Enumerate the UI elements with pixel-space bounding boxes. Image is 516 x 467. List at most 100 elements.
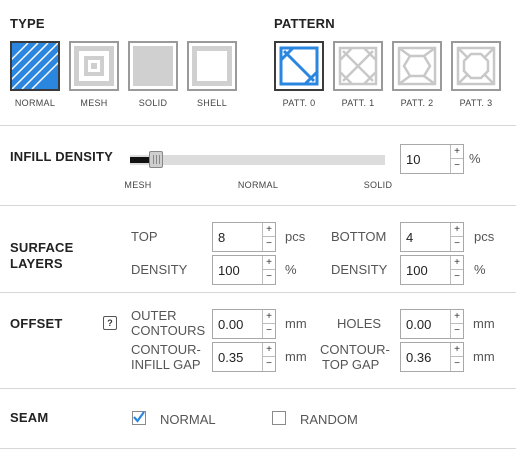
seam-normal-checkbox[interactable] <box>132 411 146 425</box>
bottom-layers-unit: pcs <box>474 229 495 244</box>
top-layers-stepper[interactable]: +− <box>212 222 276 252</box>
increment-button[interactable]: + <box>263 223 275 237</box>
type-shell-button[interactable] <box>187 41 237 91</box>
top-density-stepper[interactable]: +− <box>212 255 276 285</box>
type-mesh-label: MESH <box>80 98 108 108</box>
increment-button[interactable]: + <box>263 256 275 270</box>
mesh-infill-icon <box>74 46 114 86</box>
type-solid-label: SOLID <box>138 98 168 108</box>
solid-infill-icon <box>133 46 173 86</box>
pattern-0-icon <box>279 46 319 86</box>
holes-input[interactable] <box>401 310 451 338</box>
seam-random-label[interactable]: RANDOM <box>300 412 358 427</box>
divider <box>0 448 516 449</box>
contour-infill-gap-stepper[interactable]: +− <box>212 342 276 372</box>
shell-infill-icon <box>192 46 232 86</box>
slider-handle[interactable] <box>149 151 163 168</box>
pattern-3-button[interactable] <box>451 41 501 91</box>
bottom-density-unit: % <box>474 262 486 277</box>
decrement-button[interactable]: − <box>263 357 275 371</box>
slider-mark-mesh: MESH <box>124 180 152 190</box>
type-shell-label: SHELL <box>196 98 228 108</box>
outer-contours-input[interactable] <box>213 310 263 338</box>
top-density-label: DENSITY <box>131 262 188 277</box>
top-layers-unit: pcs <box>285 229 306 244</box>
outer-contours-stepper[interactable]: +− <box>212 309 276 339</box>
contour-top-gap-stepper[interactable]: +− <box>400 342 464 372</box>
infill-density-slider[interactable] <box>130 151 385 168</box>
top-layers-input[interactable] <box>213 223 263 251</box>
holes-unit: mm <box>473 316 495 331</box>
increment-button[interactable]: + <box>451 223 463 237</box>
surface-layers-heading-line2: LAYERS <box>10 256 63 271</box>
increment-button[interactable]: + <box>263 310 275 324</box>
type-mesh-button[interactable] <box>69 41 119 91</box>
type-solid-button[interactable] <box>128 41 178 91</box>
decrement-button[interactable]: − <box>451 237 463 251</box>
seam-random-checkbox[interactable] <box>272 411 286 425</box>
bottom-density-stepper[interactable]: +− <box>400 255 464 285</box>
decrement-button[interactable]: − <box>451 357 463 371</box>
top-density-unit: % <box>285 262 297 277</box>
infill-density-unit: % <box>469 151 481 166</box>
pattern-2-label: PATT. 2 <box>400 98 434 108</box>
pattern-heading: PATTERN <box>274 16 335 31</box>
type-normal-button[interactable] <box>10 41 60 91</box>
contour-top-gap-label-line1: CONTOUR- <box>320 342 390 357</box>
divider <box>0 125 516 126</box>
decrement-button[interactable]: − <box>263 270 275 284</box>
holes-label: HOLES <box>337 316 382 331</box>
pattern-3-label: PATT. 3 <box>459 98 493 108</box>
pattern-1-button[interactable] <box>333 41 383 91</box>
type-heading: TYPE <box>10 16 45 31</box>
infill-density-heading: INFILL DENSITY <box>10 149 113 164</box>
type-normal-label: NORMAL <box>14 98 56 108</box>
divider <box>0 205 516 206</box>
decrement-button[interactable]: − <box>263 324 275 338</box>
pattern-1-icon <box>338 46 378 86</box>
contour-top-gap-label: CONTOUR- TOP GAP <box>320 342 390 372</box>
decrement-button[interactable]: − <box>451 159 463 173</box>
increment-button[interactable]: + <box>451 145 463 159</box>
divider <box>0 388 516 389</box>
bottom-density-input[interactable] <box>401 256 451 284</box>
decrement-button[interactable]: − <box>451 270 463 284</box>
contour-infill-gap-label-line2: INFILL GAP <box>131 357 201 372</box>
increment-button[interactable]: + <box>451 310 463 324</box>
pattern-3-icon <box>456 46 496 86</box>
contour-infill-gap-label: CONTOUR- INFILL GAP <box>131 342 201 372</box>
infill-density-stepper[interactable]: +− <box>400 144 464 174</box>
contour-infill-gap-unit: mm <box>285 349 307 364</box>
outer-contours-label-line2: CONTOURS <box>131 323 206 338</box>
decrement-button[interactable]: − <box>263 237 275 251</box>
bottom-layers-stepper[interactable]: +− <box>400 222 464 252</box>
pattern-0-label: PATT. 0 <box>282 98 316 108</box>
contour-top-gap-label-line2: TOP GAP <box>322 357 380 372</box>
top-density-input[interactable] <box>213 256 263 284</box>
checkmark-icon <box>133 411 145 423</box>
increment-button[interactable]: + <box>263 343 275 357</box>
bottom-layers-input[interactable] <box>401 223 451 251</box>
contour-infill-gap-input[interactable] <box>213 343 263 371</box>
pattern-2-icon <box>397 46 437 86</box>
seam-normal-label[interactable]: NORMAL <box>160 412 216 427</box>
bottom-label: BOTTOM <box>331 229 387 244</box>
increment-button[interactable]: + <box>451 343 463 357</box>
decrement-button[interactable]: − <box>451 324 463 338</box>
offset-heading: OFFSET <box>10 316 63 331</box>
pattern-0-button[interactable] <box>274 41 324 91</box>
help-icon[interactable]: ? <box>103 316 117 330</box>
outer-contours-label: OUTER CONTOURS <box>131 308 205 338</box>
seam-heading: SEAM <box>10 410 49 425</box>
increment-button[interactable]: + <box>451 256 463 270</box>
contour-top-gap-unit: mm <box>473 349 495 364</box>
contour-top-gap-input[interactable] <box>401 343 451 371</box>
surface-layers-heading-line1: SURFACE <box>10 240 74 255</box>
top-label: TOP <box>131 229 158 244</box>
infill-density-input[interactable] <box>401 145 451 173</box>
holes-stepper[interactable]: +− <box>400 309 464 339</box>
normal-infill-icon <box>12 43 58 89</box>
outer-contours-unit: mm <box>285 316 307 331</box>
pattern-2-button[interactable] <box>392 41 442 91</box>
bottom-density-label: DENSITY <box>331 262 388 277</box>
